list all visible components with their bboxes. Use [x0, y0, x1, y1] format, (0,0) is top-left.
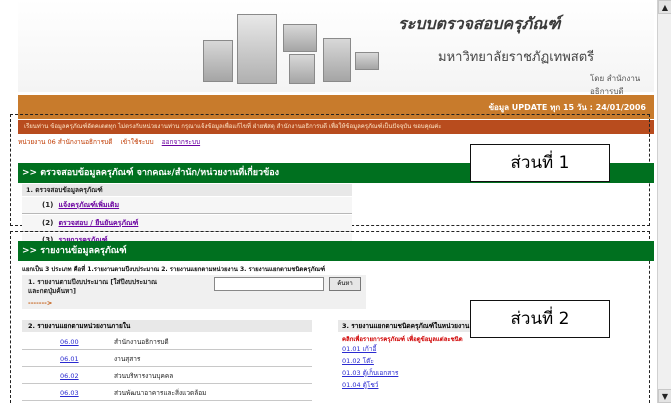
university-name: มหาวิทยาลัยราชภัฏเทพสตรี [438, 50, 595, 65]
scroll-up-icon[interactable]: ▲ [658, 0, 671, 14]
dept-code-link[interactable]: 06.00 [60, 334, 79, 350]
section1-annotation: ส่วนที่ 1 [470, 144, 610, 182]
dept-name: ส่วนบริหารงานบุคคล [114, 372, 174, 380]
type-link[interactable]: 01.04 ตู้โชว์ [342, 380, 378, 390]
dept-name: สำนักงานอธิการบดี [114, 338, 169, 346]
dept-name: ส่วนพัฒนาอาคารและสิ่งแวดล้อม [114, 389, 207, 397]
item-number: (1) [42, 201, 54, 209]
dept-code-link[interactable]: 06.02 [60, 368, 79, 384]
banner: ระบบตรวจสอบครุภัณฑ์ มหาวิทยาลัยราชภัฏเทพ… [18, 0, 654, 96]
table-row[interactable]: 06.02 ส่วนบริหารงานบุคคล [22, 368, 312, 384]
type-link[interactable]: 01.01 เก้าอี้ [342, 344, 376, 354]
type-link[interactable]: 01.03 ตู้เก็บเอกสาร [342, 368, 398, 378]
section1-subheader: 1. ตรวจสอบข้อมูลครุภัณฑ์ [22, 184, 352, 196]
section2-annotation: ส่วนที่ 2 [470, 300, 610, 338]
table-row[interactable]: 06.01 งานสุสาร [22, 351, 312, 367]
vertical-scrollbar[interactable]: ▲ ▼ [657, 0, 671, 403]
list-item-verify-asset[interactable]: (2) ตรวจสอบ / ยืนยันครุภัณฑ์ [22, 215, 352, 232]
office-machines-image [203, 14, 383, 90]
scroll-down-icon[interactable]: ▼ [658, 389, 671, 403]
update-text: ข้อมูล UPDATE ทุก 15 วัน : 24/01/2006 [488, 103, 646, 112]
add-asset-link[interactable]: แจ้งครุภัณฑ์เพิ่มเติม [59, 201, 120, 209]
table-row[interactable]: 06.00 สำนักงานอธิการบดี [22, 334, 312, 350]
year-arrow: -------> [28, 299, 53, 307]
report-description: แยกเป็น 3 ประเภท คือที่ 1.รายงานตามปีงบป… [22, 266, 326, 273]
year-input[interactable] [214, 277, 324, 291]
list-item-add-asset[interactable]: (1) แจ้งครุภัณฑ์เพิ่มเติม [22, 197, 352, 214]
section2-header: >> รายงานข้อมูลครุภัณฑ์ [18, 241, 654, 261]
dept-name: งานสุสาร [114, 355, 141, 363]
table-row[interactable]: 06.03 ส่วนพัฒนาอาคารและสิ่งแวดล้อม [22, 385, 312, 401]
dept-code-link[interactable]: 06.03 [60, 385, 79, 401]
type-link[interactable]: 01.02 โต๊ะ [342, 356, 374, 366]
item-number: (2) [42, 219, 54, 227]
verify-asset-link[interactable]: ตรวจสอบ / ยืนยันครุภัณฑ์ [59, 219, 139, 227]
system-title: ระบบตรวจสอบครุภัณฑ์ [398, 14, 561, 33]
dept-code-link[interactable]: 06.01 [60, 351, 79, 367]
search-button[interactable]: ค้นหา [329, 277, 361, 291]
dept-report-header: 2. รายงานแยกตามหน่วยงานภายใน [22, 320, 312, 332]
page: ระบบตรวจสอบครุภัณฑ์ มหาวิทยาลัยราชภัฏเทพ… [0, 0, 671, 403]
year-report-box: 1. รายงานตามปีงบประมาณ [ใส่ปีงบประมาณ แล… [22, 275, 366, 309]
year-report-label: 1. รายงานตามปีงบประมาณ [ใส่ปีงบประมาณ แล… [28, 278, 158, 295]
